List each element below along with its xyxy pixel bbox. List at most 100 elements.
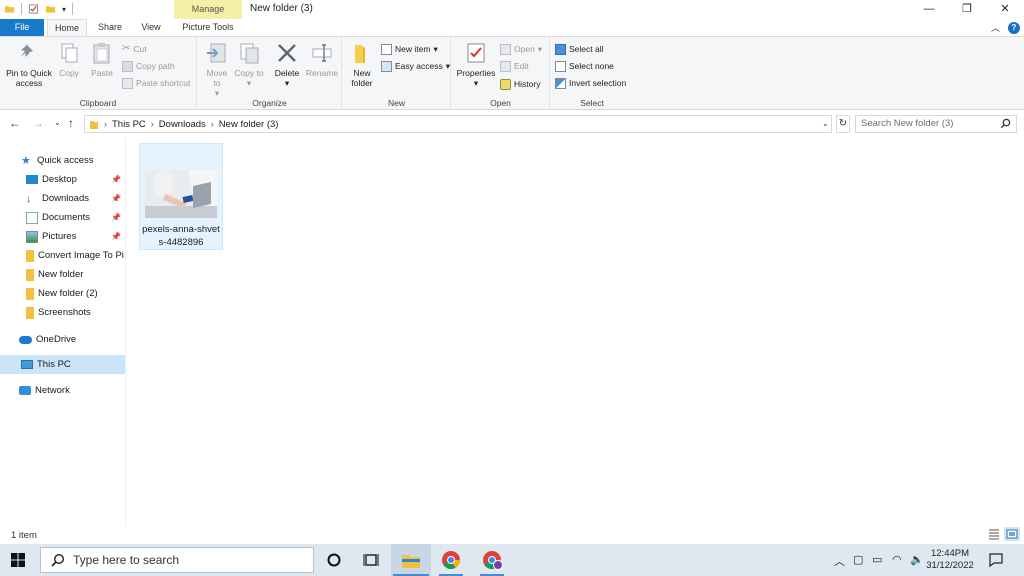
nav-item-documents[interactable]: Documents 📌	[0, 208, 125, 227]
open-button[interactable]: Open ▾	[500, 42, 542, 56]
taskbar-search-box[interactable]: Type here to search	[40, 547, 314, 573]
large-icons-view-icon[interactable]	[1004, 527, 1020, 541]
nav-label: New folder	[38, 269, 84, 280]
notifications-icon[interactable]	[988, 552, 1004, 568]
nav-item-new-folder[interactable]: New folder	[0, 265, 125, 284]
pin-label: Pin to Quick access	[6, 68, 52, 88]
chrome-taskbar-button[interactable]	[431, 544, 471, 576]
computer-icon	[21, 360, 33, 369]
nav-item-quick-access[interactable]: ★ Quick access	[0, 151, 125, 170]
easy-access-button[interactable]: Easy access ▾	[381, 59, 450, 73]
rename-button[interactable]: Rename	[304, 41, 340, 78]
edit-button[interactable]: Edit	[500, 59, 529, 73]
taskbar: Type here to search ︿ ▢ ▭ ◠ 🔈 12:44PM 31…	[0, 544, 1024, 576]
pin-icon: 📌	[111, 175, 121, 184]
address-bar[interactable]: › This PC › Downloads › New folder (3)	[84, 115, 832, 133]
customize-quick-access-icon[interactable]: ▾	[62, 5, 66, 14]
tab-share[interactable]: Share	[91, 19, 129, 36]
cortana-icon[interactable]	[323, 550, 345, 570]
tab-picture-tools[interactable]: Picture Tools	[174, 19, 242, 36]
nav-item-desktop[interactable]: Desktop 📌	[0, 170, 125, 189]
nav-label: Documents	[42, 212, 91, 223]
paste-shortcut-button[interactable]: Paste shortcut	[122, 76, 190, 90]
breadcrumb-separator: ›	[210, 119, 214, 129]
address-row: ← → ⌄ ↑ › This PC › Downloads › New fold…	[0, 111, 1024, 137]
new-item-button[interactable]: New item ▾	[381, 42, 438, 56]
recent-locations-chevron-icon[interactable]: ⌄	[54, 118, 61, 127]
minimize-button[interactable]: —	[910, 0, 948, 19]
tab-home[interactable]: Home	[47, 19, 87, 36]
ribbon: Pin to Quick access Copy Paste ✂ Cut Cop…	[0, 36, 1024, 110]
new-folder-icon[interactable]	[45, 3, 56, 15]
collapse-ribbon-icon[interactable]: ︿	[991, 21, 1000, 34]
properties-icon[interactable]	[28, 3, 39, 15]
nav-label: Quick access	[37, 155, 94, 166]
nav-item-onedrive[interactable]: OneDrive	[0, 330, 125, 349]
windows-start-icon[interactable]	[11, 553, 25, 567]
file-view: pexels-anna-shvets-4482896	[127, 137, 1024, 525]
copy-path-button[interactable]: Copy path	[122, 59, 175, 73]
rename-icon	[312, 44, 332, 62]
copy-icon	[61, 43, 78, 63]
nav-item-network[interactable]: Network	[0, 381, 125, 400]
cut-label: Cut	[133, 44, 147, 54]
delete-label: Delete	[274, 68, 300, 78]
nav-item-pictures[interactable]: Pictures 📌	[0, 227, 125, 246]
chevron-down-icon: ▾	[214, 88, 220, 98]
meet-now-icon[interactable]: ▢	[853, 553, 863, 566]
nav-item-new-folder-2[interactable]: New folder (2)	[0, 284, 125, 303]
select-none-button[interactable]: Select none	[555, 59, 614, 73]
new-folder-button[interactable]: New folder	[347, 41, 377, 88]
task-view-icon[interactable]	[360, 550, 382, 570]
invert-selection-icon	[555, 77, 566, 89]
cut-button[interactable]: ✂ Cut	[122, 42, 147, 56]
paste-button[interactable]: Paste	[89, 41, 115, 78]
new-folder-label: New folder	[351, 68, 373, 88]
wifi-icon[interactable]: ◠	[892, 553, 902, 566]
details-view-icon[interactable]	[986, 527, 1002, 541]
invert-selection-button[interactable]: Invert selection	[555, 76, 626, 90]
show-hidden-icons-chevron-icon[interactable]: ︿	[834, 553, 845, 569]
search-icon	[1000, 118, 1011, 129]
properties-button[interactable]: Properties ▾	[455, 41, 497, 88]
nav-item-screenshots[interactable]: Screenshots	[0, 303, 125, 322]
select-all-button[interactable]: Select all	[555, 42, 604, 56]
file-explorer-taskbar-button[interactable]	[391, 544, 431, 576]
open-icon	[500, 43, 511, 55]
address-history-chevron-icon[interactable]: ⌄	[822, 119, 829, 128]
nav-item-convert-image[interactable]: Convert Image To Pi	[0, 246, 125, 265]
history-button[interactable]: History	[500, 77, 540, 91]
back-button[interactable]: ←	[9, 116, 21, 130]
pin-to-quick-access-button[interactable]: Pin to Quick access	[3, 41, 55, 88]
nav-item-downloads[interactable]: ↓ Downloads 📌	[0, 189, 125, 208]
close-button[interactable]: ✕	[986, 0, 1024, 19]
copy-button[interactable]: Copy	[57, 41, 81, 78]
breadcrumb-current-folder[interactable]: New folder (3)	[219, 119, 279, 130]
help-icon[interactable]: ?	[1008, 21, 1020, 34]
manage-contextual-tab[interactable]: Manage	[174, 0, 242, 19]
file-item[interactable]: pexels-anna-shvets-4482896	[139, 143, 223, 250]
move-to-button[interactable]: Move to ▾	[202, 41, 232, 98]
tab-file[interactable]: File	[0, 19, 44, 36]
taskbar-clock[interactable]: 12:44PM 31/12/2022	[922, 548, 978, 572]
chevron-down-icon: ▾	[537, 44, 543, 54]
move-to-label: Move to	[206, 68, 228, 88]
tab-view[interactable]: View	[133, 19, 169, 36]
breadcrumb-downloads[interactable]: Downloads	[159, 119, 206, 130]
folder-icon	[26, 268, 34, 281]
paste-icon	[93, 43, 110, 64]
up-button[interactable]: ↑	[68, 116, 74, 130]
restore-button[interactable]: ❐	[948, 0, 986, 19]
battery-icon[interactable]: ▭	[872, 553, 882, 566]
copy-label: Copy	[59, 68, 79, 78]
chrome-profile-taskbar-button[interactable]	[472, 544, 512, 576]
folder-icon[interactable]	[4, 3, 15, 15]
delete-button[interactable]: Delete ▾	[270, 41, 304, 88]
search-box[interactable]: Search New folder (3)	[855, 115, 1017, 133]
breadcrumb-this-pc[interactable]: This PC	[112, 119, 146, 130]
refresh-button[interactable]: ↻	[836, 115, 850, 133]
copy-to-button[interactable]: Copy to ▾	[234, 41, 264, 88]
edit-icon	[500, 60, 511, 72]
nav-item-this-pc[interactable]: This PC	[0, 355, 125, 374]
forward-button[interactable]: →	[32, 116, 44, 130]
